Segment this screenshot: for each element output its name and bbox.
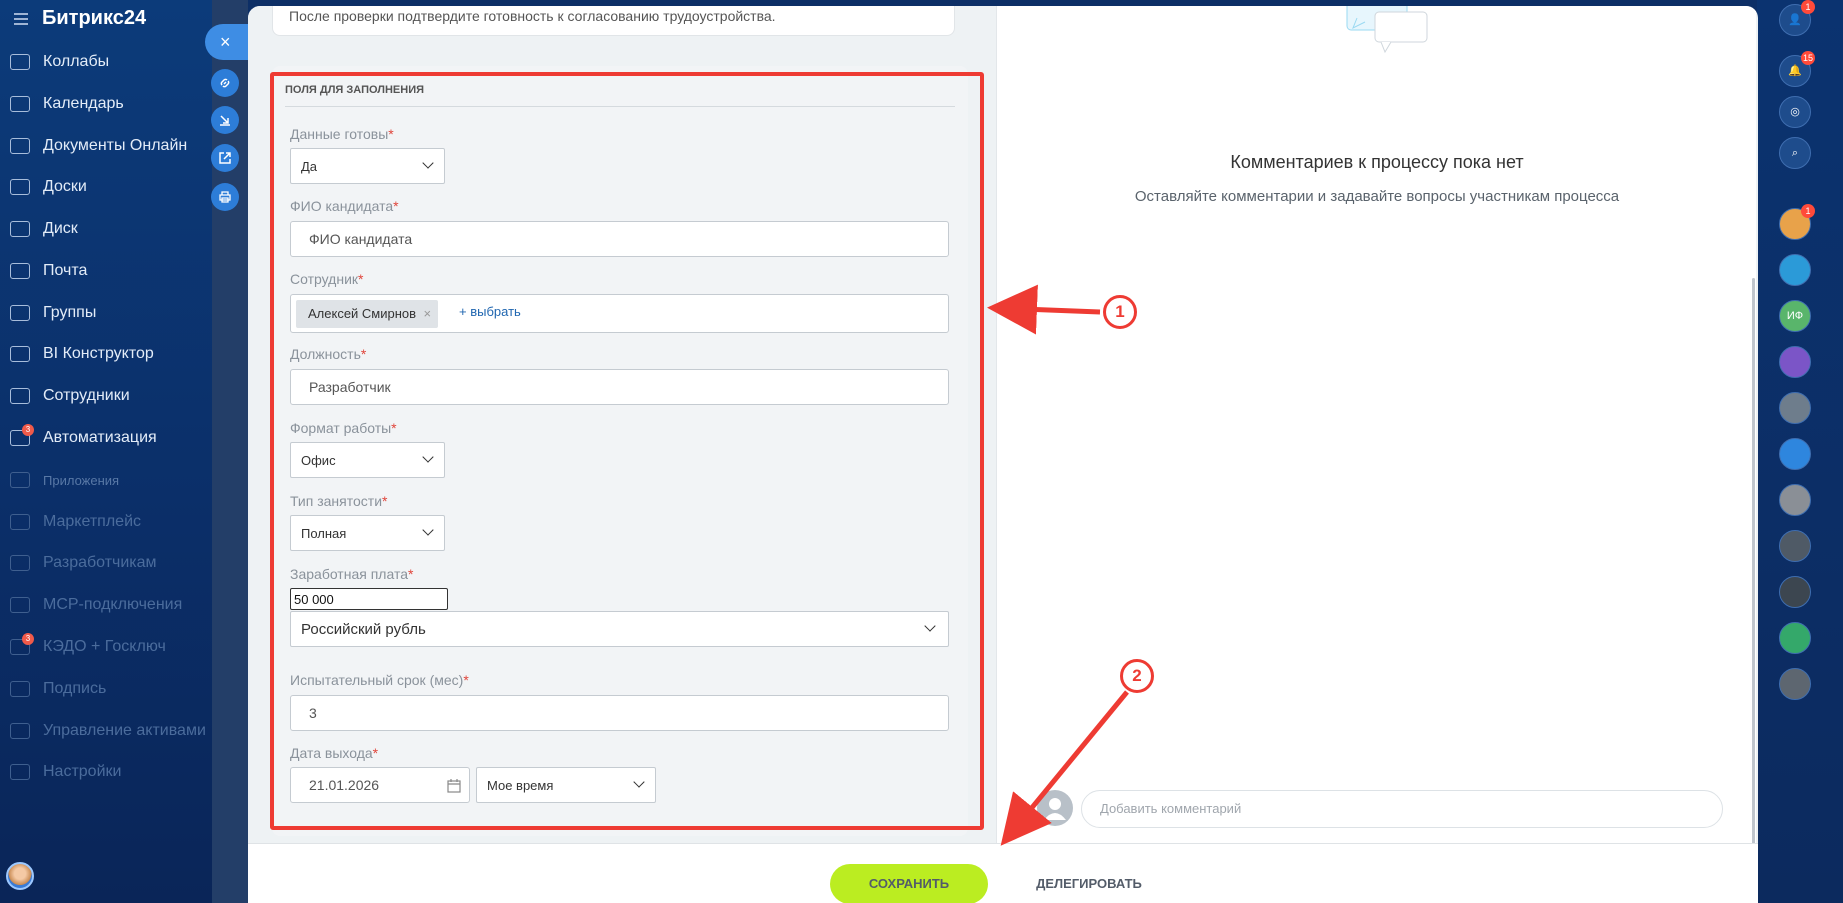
arrow-1 [987,284,1101,335]
annotation-marker-2: 2 [1120,659,1154,693]
arrow-2 [1000,690,1129,846]
annotation-marker-1: 1 [1103,295,1137,329]
annotation-arrows [987,284,1129,846]
